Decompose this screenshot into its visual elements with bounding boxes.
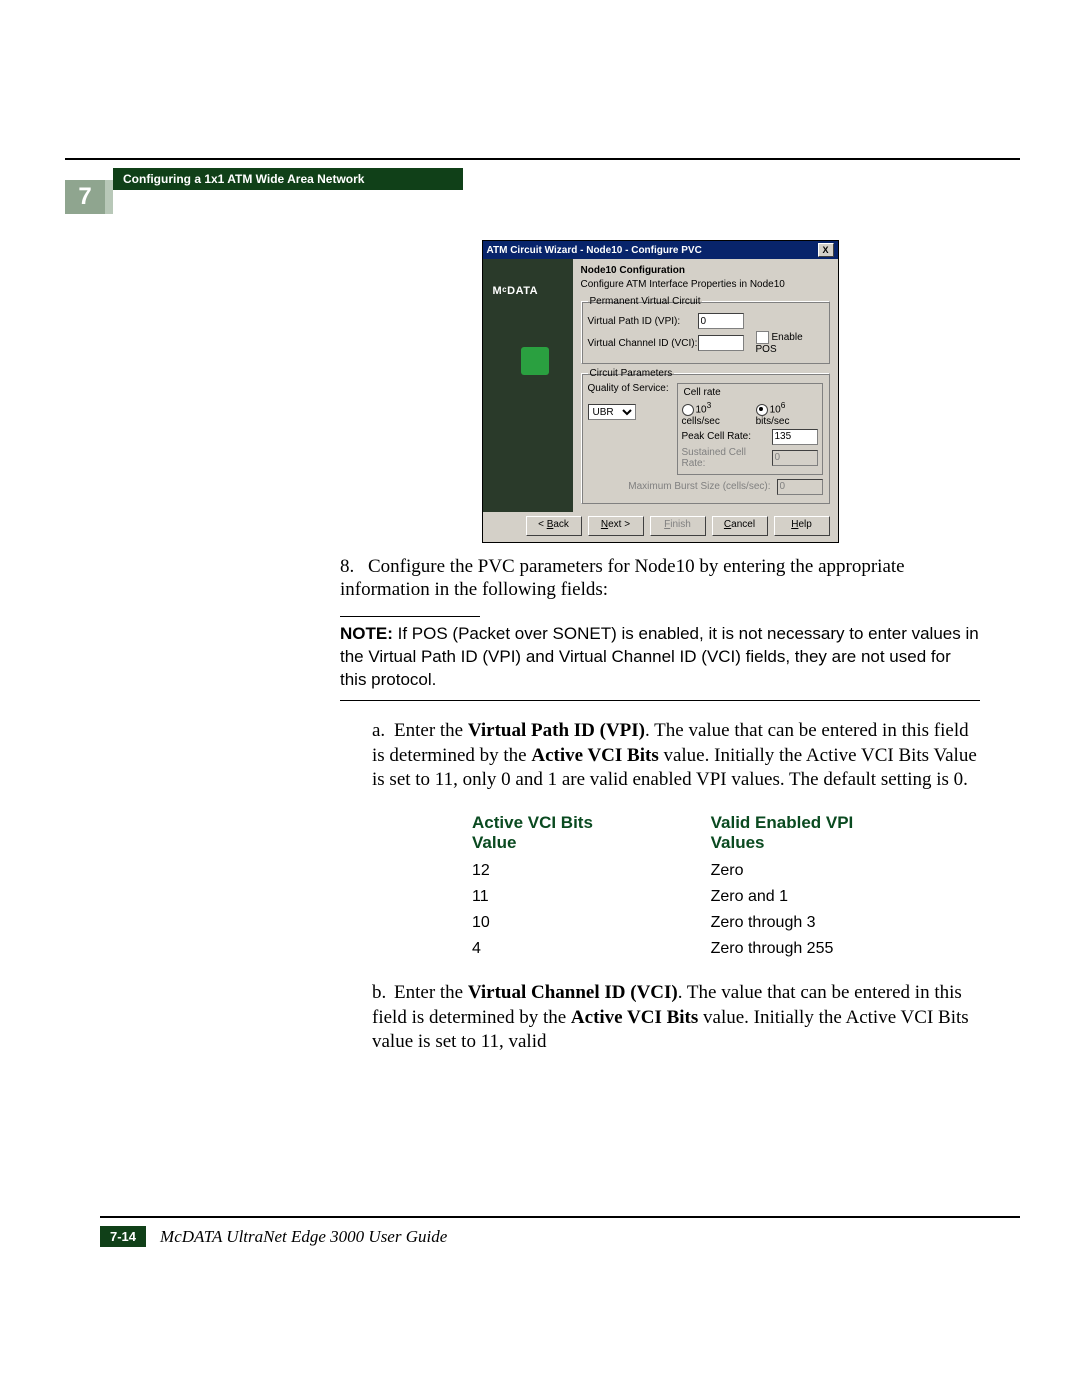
dialog-title: ATM Circuit Wizard - Node10 - Configure …	[487, 245, 702, 256]
bits-per-sec-radio[interactable]: 106 bits/sec	[756, 400, 818, 427]
cells-per-sec-radio[interactable]: 103 cells/sec	[682, 400, 748, 427]
note-text: If POS (Packet over SONET) is enabled, i…	[340, 624, 979, 689]
help-button[interactable]: Help	[774, 516, 830, 536]
chapter-number-tab: 7	[65, 180, 113, 214]
peak-input[interactable]	[772, 429, 818, 445]
cellrate-legend: Cell rate	[682, 387, 723, 398]
col-header-1: Active VCI Bits Value	[472, 809, 709, 857]
vci-label: Virtual Channel ID (VCI):	[588, 338, 698, 349]
dialog-buttons: < Back Next > Finish Cancel Help	[483, 512, 838, 542]
next-button[interactable]: Next >	[588, 516, 644, 536]
sub-b-bold2: Active VCI Bits	[571, 1007, 698, 1028]
peak-label: Peak Cell Rate:	[682, 431, 772, 442]
cell: 10	[472, 911, 709, 935]
step-text: Configure the PVC parameters for Node10 …	[340, 556, 905, 601]
table-row: 4Zero through 255	[472, 937, 978, 961]
top-rule	[65, 158, 1020, 160]
page-content: ATM Circuit Wizard - Node10 - Configure …	[340, 240, 980, 1069]
max-burst-label: Maximum Burst Size (cells/sec):	[628, 481, 770, 492]
cell: 11	[472, 885, 709, 909]
mcdata-logo: McDATA	[483, 259, 573, 297]
sub-a-bold2: Active VCI Bits	[531, 745, 658, 766]
circuit-fieldset: Circuit Parameters Quality of Service: U…	[581, 368, 830, 504]
node-icon	[521, 347, 549, 375]
cell: 4	[472, 937, 709, 961]
substep-a: a.Enter the Virtual Path ID (VPI). The v…	[372, 719, 980, 793]
table-row: 10Zero through 3	[472, 911, 978, 935]
sustained-input	[772, 450, 818, 466]
dialog-subheading: Configure ATM Interface Properties in No…	[581, 279, 830, 290]
table-row: 11Zero and 1	[472, 885, 978, 909]
note-label: NOTE:	[340, 624, 393, 643]
qos-label: Quality of Service:	[588, 383, 673, 394]
vpi-input[interactable]	[698, 313, 744, 329]
cancel-button[interactable]: Cancel	[712, 516, 768, 536]
circuit-legend: Circuit Parameters	[588, 368, 675, 379]
close-icon[interactable]: X	[818, 243, 834, 257]
wizard-dialog: ATM Circuit Wizard - Node10 - Configure …	[482, 240, 839, 543]
cell: Zero through 255	[711, 937, 978, 961]
finish-button: Finish	[650, 516, 706, 536]
sub-a-pre: Enter the	[394, 720, 468, 741]
cell: Zero through 3	[711, 911, 978, 935]
chapter-title: Configuring a 1x1 ATM Wide Area Network	[113, 168, 463, 190]
vci-bits-table: Active VCI Bits Value Valid Enabled VPI …	[470, 807, 980, 963]
cell: Zero and 1	[711, 885, 978, 909]
qos-select[interactable]: UBR	[588, 404, 636, 420]
step-number: 8.	[340, 555, 368, 579]
dialog-titlebar: ATM Circuit Wizard - Node10 - Configure …	[483, 241, 838, 259]
vpi-label: Virtual Path ID (VPI):	[588, 316, 698, 327]
sub-b-bold1: Virtual Channel ID (VCI)	[468, 982, 678, 1003]
pvc-fieldset: Permanent Virtual Circuit Virtual Path I…	[581, 296, 830, 364]
note-rule-bottom	[340, 700, 980, 701]
note-rule-top	[340, 616, 480, 617]
dialog-sidebar: McDATA	[483, 259, 573, 512]
dialog-heading: Node10 Configuration	[581, 265, 830, 276]
substep-b-label: b.	[372, 981, 394, 1006]
book-title: McDATA UltraNet Edge 3000 User Guide	[160, 1227, 447, 1247]
page-number: 7-14	[100, 1226, 146, 1247]
page-footer: 7-14 McDATA UltraNet Edge 3000 User Guid…	[100, 1216, 1020, 1247]
vci-input[interactable]	[698, 335, 744, 351]
pvc-legend: Permanent Virtual Circuit	[588, 296, 703, 307]
substep-b: b.Enter the Virtual Channel ID (VCI). Th…	[372, 981, 980, 1055]
cell: 12	[472, 859, 709, 883]
table-row: 12Zero	[472, 859, 978, 883]
col-header-2: Valid Enabled VPI Values	[711, 809, 978, 857]
cell: Zero	[711, 859, 978, 883]
step-8: 8.Configure the PVC parameters for Node1…	[340, 555, 980, 603]
note-block: NOTE: If POS (Packet over SONET) is enab…	[340, 623, 980, 692]
cellrate-group: Cell rate 103 cells/sec 106 bits/sec Pea…	[677, 383, 823, 475]
sub-a-bold1: Virtual Path ID (VPI)	[468, 720, 645, 741]
sustained-label: Sustained Cell Rate:	[682, 447, 772, 469]
substep-a-label: a.	[372, 719, 394, 744]
enable-pos-checkbox[interactable]: Enable POS	[756, 331, 823, 355]
back-button[interactable]: < Back	[526, 516, 582, 536]
max-burst-input	[777, 479, 823, 495]
sub-b-pre: Enter the	[394, 982, 468, 1003]
